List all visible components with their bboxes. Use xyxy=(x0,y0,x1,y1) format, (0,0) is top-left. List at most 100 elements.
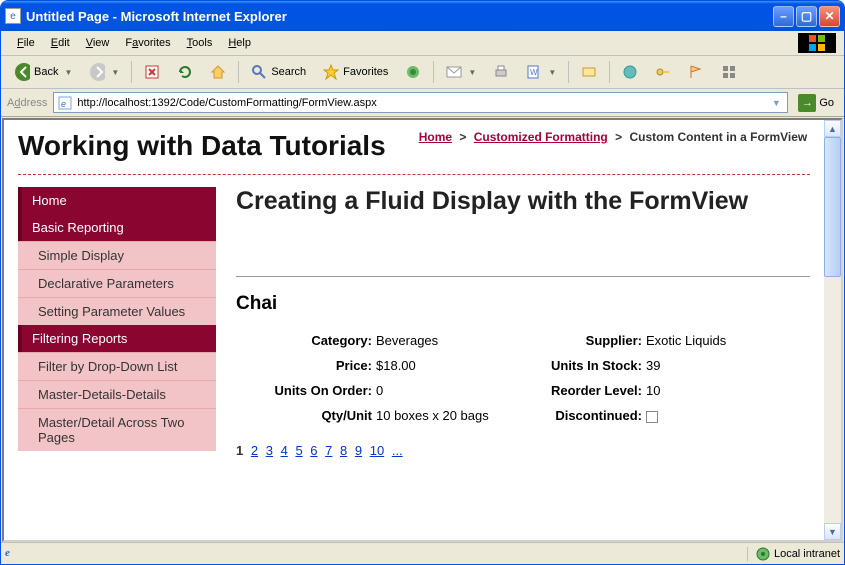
stop-button[interactable] xyxy=(137,60,167,84)
pager-link[interactable]: 4 xyxy=(281,443,288,458)
flag-icon xyxy=(688,64,704,80)
menu-help[interactable]: Help xyxy=(220,35,259,51)
tool-c-button[interactable] xyxy=(681,60,711,84)
mail-button[interactable]: ▼ xyxy=(439,60,483,84)
divider xyxy=(18,174,810,175)
browser-viewport: Working with Data Tutorials Home > Custo… xyxy=(2,118,843,542)
chevron-down-icon[interactable]: ▼ xyxy=(468,68,476,77)
back-label: Back xyxy=(34,66,58,78)
units-on-order-label: Units On Order: xyxy=(236,383,376,398)
home-icon xyxy=(210,64,226,80)
statusbar: e Local intranet xyxy=(1,542,844,564)
ie-done-icon: e xyxy=(5,547,19,561)
print-button[interactable] xyxy=(486,60,516,84)
nav-setting-param-values[interactable]: Setting Parameter Values xyxy=(18,297,216,325)
menu-favorites[interactable]: Favorites xyxy=(117,35,178,51)
titlebar[interactable]: e Untitled Page - Microsoft Internet Exp… xyxy=(1,1,844,31)
key-icon xyxy=(655,64,671,80)
tool-d-button[interactable] xyxy=(714,60,744,84)
nav-filtering-reports[interactable]: Filtering Reports xyxy=(18,325,216,352)
back-button[interactable]: Back ▼ xyxy=(7,60,79,84)
qty-unit-label: Qty/Unit xyxy=(236,408,376,423)
chevron-down-icon[interactable]: ▼ xyxy=(548,68,556,77)
local-intranet-icon xyxy=(756,547,770,561)
forward-icon xyxy=(89,64,105,80)
minimize-button[interactable]: – xyxy=(773,6,794,27)
pager-link[interactable]: 6 xyxy=(310,443,317,458)
menubar: File Edit View Favorites Tools Help xyxy=(1,31,844,56)
search-button[interactable]: Search xyxy=(244,60,313,84)
menu-edit[interactable]: Edit xyxy=(43,35,78,51)
window-title: Untitled Page - Microsoft Internet Explo… xyxy=(26,9,773,24)
detail-grid: Category: Beverages Supplier: Exotic Liq… xyxy=(236,333,810,423)
refresh-button[interactable] xyxy=(170,60,200,84)
menu-view[interactable]: View xyxy=(78,35,118,51)
nav-home[interactable]: Home xyxy=(18,187,216,214)
favorites-label: Favorites xyxy=(343,66,388,78)
address-url: http://localhost:1392/Code/CustomFormatt… xyxy=(77,97,768,109)
ie-page-icon: e xyxy=(5,8,21,24)
divider xyxy=(236,276,810,277)
tool-a-button[interactable] xyxy=(615,60,645,84)
breadcrumb-section-link[interactable]: Customized Formatting xyxy=(474,130,608,144)
breadcrumb-current: Custom Content in a FormView xyxy=(629,130,807,144)
discuss-button[interactable] xyxy=(574,60,604,84)
search-icon xyxy=(251,64,267,80)
addressbar: Address e http://localhost:1392/Code/Cus… xyxy=(1,89,844,117)
scroll-up-button[interactable]: ▲ xyxy=(824,120,841,137)
scroll-down-button[interactable]: ▼ xyxy=(824,523,841,540)
chevron-down-icon[interactable]: ▼ xyxy=(111,68,119,77)
sidebar-nav: Home Basic Reporting Simple Display Decl… xyxy=(18,187,216,458)
go-label: Go xyxy=(819,97,834,109)
edit-button[interactable]: W▼ xyxy=(519,60,563,84)
go-arrow-icon: → xyxy=(798,94,816,112)
toolbar: Back ▼ ▼ Search Favorites ▼ W▼ xyxy=(1,56,844,89)
nav-declarative-params[interactable]: Declarative Parameters xyxy=(18,269,216,297)
pager-link[interactable]: 10 xyxy=(370,443,384,458)
address-input[interactable]: e http://localhost:1392/Code/CustomForma… xyxy=(53,92,788,113)
vertical-scrollbar[interactable]: ▲ ▼ xyxy=(824,120,841,540)
favorites-button[interactable]: Favorites xyxy=(316,60,395,84)
discontinued-checkbox[interactable] xyxy=(646,411,658,423)
chevron-down-icon[interactable]: ▼ xyxy=(64,68,72,77)
scroll-thumb[interactable] xyxy=(824,137,841,277)
menu-tools[interactable]: Tools xyxy=(179,35,221,51)
pager-link[interactable]: 8 xyxy=(340,443,347,458)
page-icon: e xyxy=(57,95,73,111)
price-label: Price: xyxy=(236,358,376,373)
menu-file[interactable]: File xyxy=(9,35,43,51)
print-icon xyxy=(493,64,509,80)
breadcrumb-home-link[interactable]: Home xyxy=(419,130,452,144)
supplier-value: Exotic Liquids xyxy=(646,333,746,348)
units-in-stock-value: 39 xyxy=(646,358,746,373)
nav-simple-display[interactable]: Simple Display xyxy=(18,241,216,269)
pager-more-link[interactable]: ... xyxy=(392,443,403,458)
nav-master-details-details[interactable]: Master-Details-Details xyxy=(18,380,216,408)
pager-link[interactable]: 2 xyxy=(251,443,258,458)
nav-filter-dropdown[interactable]: Filter by Drop-Down List xyxy=(18,352,216,380)
windows-logo-icon xyxy=(798,33,836,53)
discontinued-label: Discontinued: xyxy=(516,408,646,423)
pager: 1 2 3 4 5 6 7 8 9 10 ... xyxy=(236,443,810,458)
pager-current: 1 xyxy=(236,443,243,458)
home-button[interactable] xyxy=(203,60,233,84)
pager-link[interactable]: 7 xyxy=(325,443,332,458)
refresh-icon xyxy=(177,64,193,80)
qty-unit-value: 10 boxes x 20 bags xyxy=(376,408,516,423)
go-button[interactable]: → Go xyxy=(794,92,838,114)
pager-link[interactable]: 9 xyxy=(355,443,362,458)
pager-link[interactable]: 5 xyxy=(295,443,302,458)
nav-basic-reporting[interactable]: Basic Reporting xyxy=(18,214,216,241)
forward-button[interactable]: ▼ xyxy=(82,60,126,84)
pager-link[interactable]: 3 xyxy=(266,443,273,458)
address-dropdown-icon[interactable]: ▼ xyxy=(768,98,784,108)
maximize-button[interactable]: ▢ xyxy=(796,6,817,27)
price-value: $18.00 xyxy=(376,358,516,373)
globe-icon xyxy=(622,64,638,80)
mail-icon xyxy=(446,64,462,80)
close-button[interactable]: ✕ xyxy=(819,6,840,27)
media-button[interactable] xyxy=(398,60,428,84)
breadcrumb: Home > Customized Formatting > Custom Co… xyxy=(419,130,808,144)
tool-b-button[interactable] xyxy=(648,60,678,84)
nav-master-detail-two-pages[interactable]: Master/Detail Across Two Pages xyxy=(18,408,216,451)
